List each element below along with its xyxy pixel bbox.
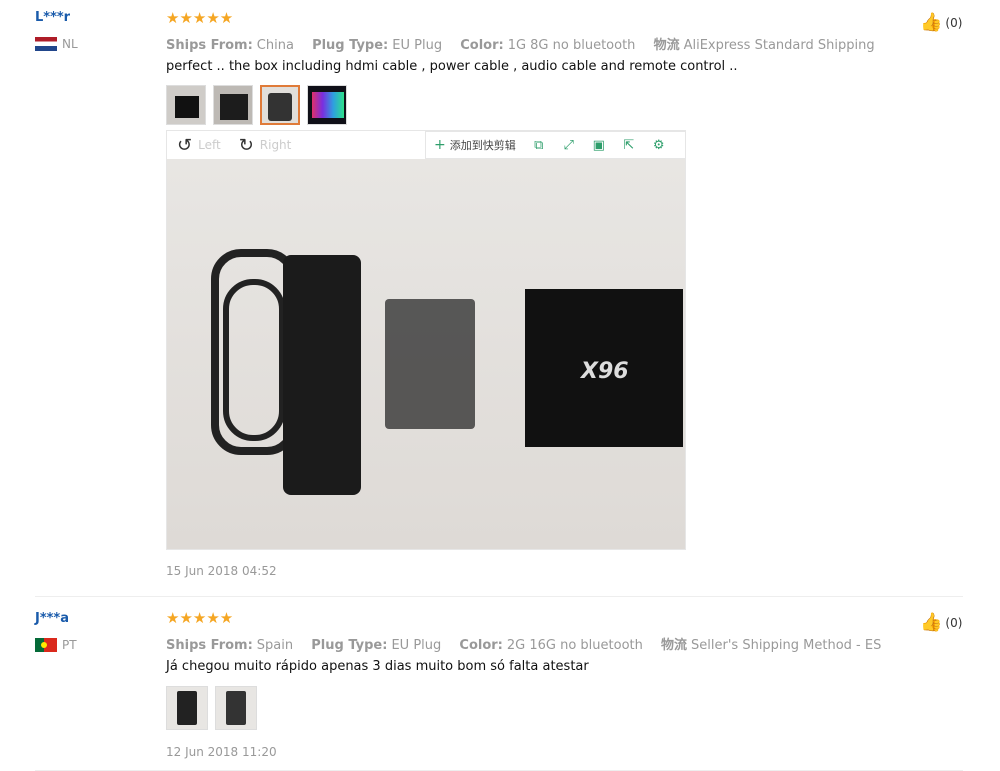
review-thumbnail[interactable] <box>166 85 206 125</box>
plug-type-label: Plug Type: <box>312 38 389 53</box>
like-button[interactable]: 👍 (0) <box>920 12 962 33</box>
rotate-left-label[interactable]: Left <box>198 138 221 152</box>
settings-icon[interactable]: ⚙ <box>644 138 674 153</box>
review-thumbnail[interactable] <box>213 85 253 125</box>
plus-icon[interactable]: + <box>426 137 450 153</box>
tv-box-shape: X96 <box>525 289 683 447</box>
country-code: PT <box>62 638 77 652</box>
reviewer-country: NL <box>35 37 78 51</box>
like-count: (0) <box>945 15 963 30</box>
review-thumbnails <box>166 686 257 730</box>
save-icon[interactable]: ▣ <box>584 138 614 153</box>
share-icon[interactable]: ⇱ <box>614 138 644 153</box>
reviewer-name[interactable]: L***r <box>35 10 70 25</box>
ships-from-value: China <box>256 38 294 53</box>
plug-type-label: Plug Type: <box>311 638 388 653</box>
ships-from-label: Ships From: <box>166 638 253 653</box>
add-to-clip-button[interactable]: 添加到快剪辑 <box>450 137 516 153</box>
flag-nl-icon <box>35 37 57 51</box>
color-value: 1G 8G no bluetooth <box>507 38 636 53</box>
flag-pt-icon <box>35 638 57 652</box>
review-thumbnail-selected[interactable] <box>260 85 300 125</box>
review-attributes: Ships From: China Plug Type: EU Plug Color… <box>166 34 889 53</box>
tv-box-brand: X96 <box>581 359 629 384</box>
color-label: Color: <box>459 638 503 653</box>
logistics-value: Seller's Shipping Method - ES <box>691 638 882 653</box>
review-thumbnail[interactable] <box>215 686 257 730</box>
color-label: Color: <box>460 38 504 53</box>
star-rating: ★★★★★ <box>166 9 234 27</box>
plug-type-value: EU Plug <box>392 38 443 53</box>
like-count: (0) <box>945 615 963 630</box>
cable-shape <box>223 279 285 441</box>
color-value: 2G 16G no bluetooth <box>506 638 643 653</box>
thumbs-up-icon[interactable]: 👍 <box>920 612 942 633</box>
review-thumbnails <box>166 85 347 125</box>
review-date: 12 Jun 2018 11:20 <box>166 745 277 759</box>
power-adapter-shape <box>385 299 475 429</box>
clip-toolbar: + 添加到快剪辑 ⧉ ⤢ ▣ ⇱ ⚙ <box>425 131 685 159</box>
reviewer-country: PT <box>35 638 77 652</box>
rotate-toolbar: ↺ Left ↻ Right <box>167 131 435 159</box>
review-thumbnail[interactable] <box>166 686 208 730</box>
review-photo: X96 <box>167 159 685 549</box>
logistics-label: 物流 <box>661 638 688 653</box>
plug-type-value: EU Plug <box>391 638 442 653</box>
review-text: perfect .. the box including hdmi cable … <box>166 59 738 74</box>
review-thumbnail[interactable] <box>307 85 347 125</box>
rotate-right-icon[interactable]: ↻ <box>239 135 254 156</box>
logistics-label: 物流 <box>653 38 680 53</box>
logistics-value: AliExpress Standard Shipping <box>683 38 875 53</box>
copy-icon[interactable]: ⧉ <box>524 138 554 153</box>
review-attributes: Ships From: Spain Plug Type: EU Plug Color… <box>166 634 895 653</box>
reviewer-name[interactable]: J***a <box>35 611 69 626</box>
rotate-right-label[interactable]: Right <box>260 138 292 152</box>
review-text: Já chegou muito rápido apenas 3 dias mui… <box>166 659 589 674</box>
thumbs-up-icon[interactable]: 👍 <box>920 12 942 33</box>
country-code: NL <box>62 37 78 51</box>
expand-icon[interactable]: ⤢ <box>554 138 584 153</box>
image-viewer: ↺ Left ↻ Right + 添加到快剪辑 ⧉ ⤢ ▣ ⇱ ⚙ X96 <box>166 130 686 550</box>
ships-from-value: Spain <box>256 638 294 653</box>
rotate-left-icon[interactable]: ↺ <box>177 135 192 156</box>
star-rating: ★★★★★ <box>166 609 234 627</box>
like-button[interactable]: 👍 (0) <box>920 612 962 633</box>
remote-control-shape <box>283 255 361 495</box>
review-divider <box>35 596 963 597</box>
review-date: 15 Jun 2018 04:52 <box>166 564 277 578</box>
ships-from-label: Ships From: <box>166 38 253 53</box>
